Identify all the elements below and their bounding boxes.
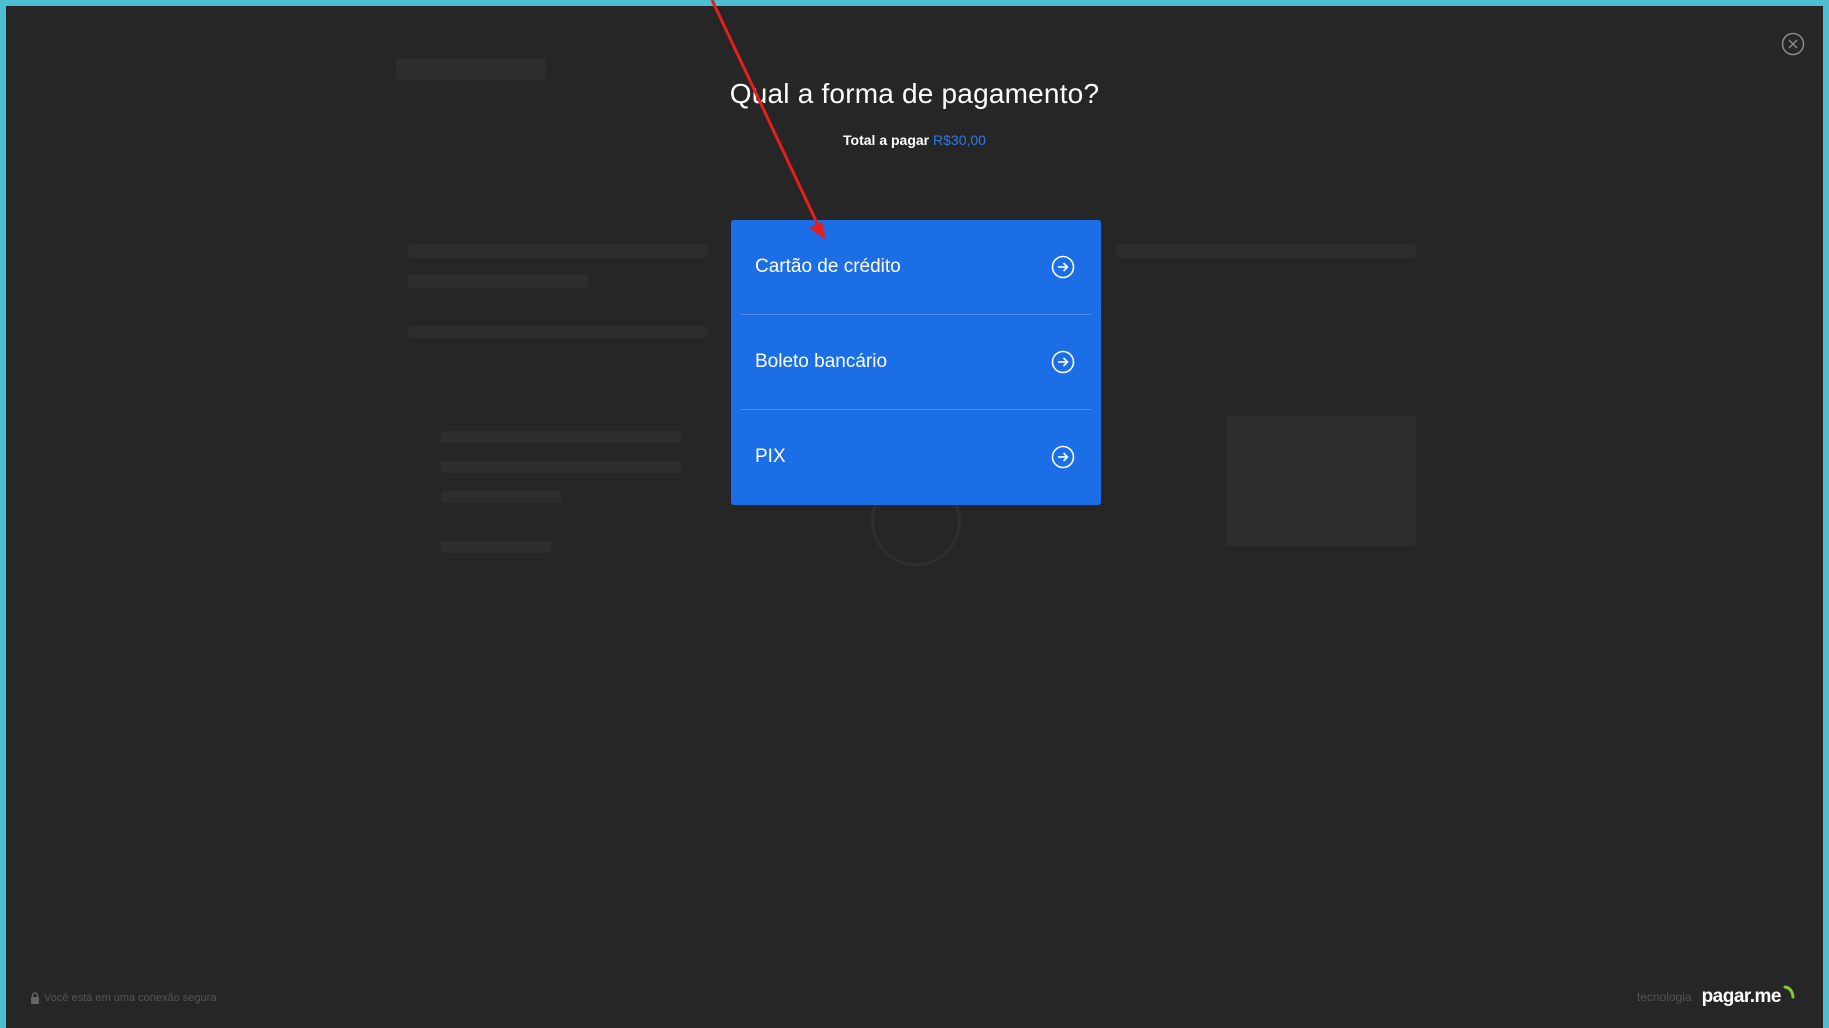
background-placeholder <box>408 274 588 288</box>
background-placeholder <box>396 58 546 80</box>
arrow-right-circle-icon <box>1051 445 1075 469</box>
payment-method-menu: Cartão de crédito Boleto bancário PIX <box>731 220 1101 505</box>
checkout-overlay: Qual a forma de pagamento? Total a pagar… <box>6 6 1823 1028</box>
background-placeholder <box>1116 244 1416 258</box>
background-placeholder <box>408 326 708 338</box>
background-placeholder <box>441 431 681 443</box>
page-title: Qual a forma de pagamento? <box>729 78 1100 109</box>
payment-option-pix[interactable]: PIX <box>731 410 1101 504</box>
pagarme-logo-mark-icon <box>1783 985 1795 999</box>
arrow-right-circle-icon <box>1051 255 1075 279</box>
total-label: Total a pagar <box>843 132 930 148</box>
total-amount: R$30,00 <box>933 132 986 148</box>
pagarme-logo: pagar.me <box>1701 986 1782 1007</box>
payment-option-credit-card[interactable]: Cartão de crédito <box>731 220 1101 314</box>
payment-option-label: PIX <box>755 446 786 467</box>
background-placeholder <box>408 244 708 258</box>
lock-icon <box>31 992 39 1004</box>
tech-label: tecnologia <box>1636 990 1692 1004</box>
close-icon[interactable] <box>1781 32 1805 56</box>
secure-connection-notice: Você está em uma conexão segura <box>30 992 216 1004</box>
powered-by: tecnologia pagar.me <box>1636 985 1795 1008</box>
background-placeholder <box>441 541 551 553</box>
payment-option-boleto[interactable]: Boleto bancário <box>731 315 1101 409</box>
background-placeholder <box>441 491 561 503</box>
total-summary: Total a pagar R$30,00 <box>6 132 1823 148</box>
background-placeholder <box>441 461 681 473</box>
background-placeholder <box>1226 416 1416 546</box>
secure-connection-text: Você está em uma conexão segura <box>44 992 217 1004</box>
payment-option-label: Cartão de crédito <box>755 256 901 277</box>
arrow-right-circle-icon <box>1051 350 1075 374</box>
payment-option-label: Boleto bancário <box>755 351 888 372</box>
